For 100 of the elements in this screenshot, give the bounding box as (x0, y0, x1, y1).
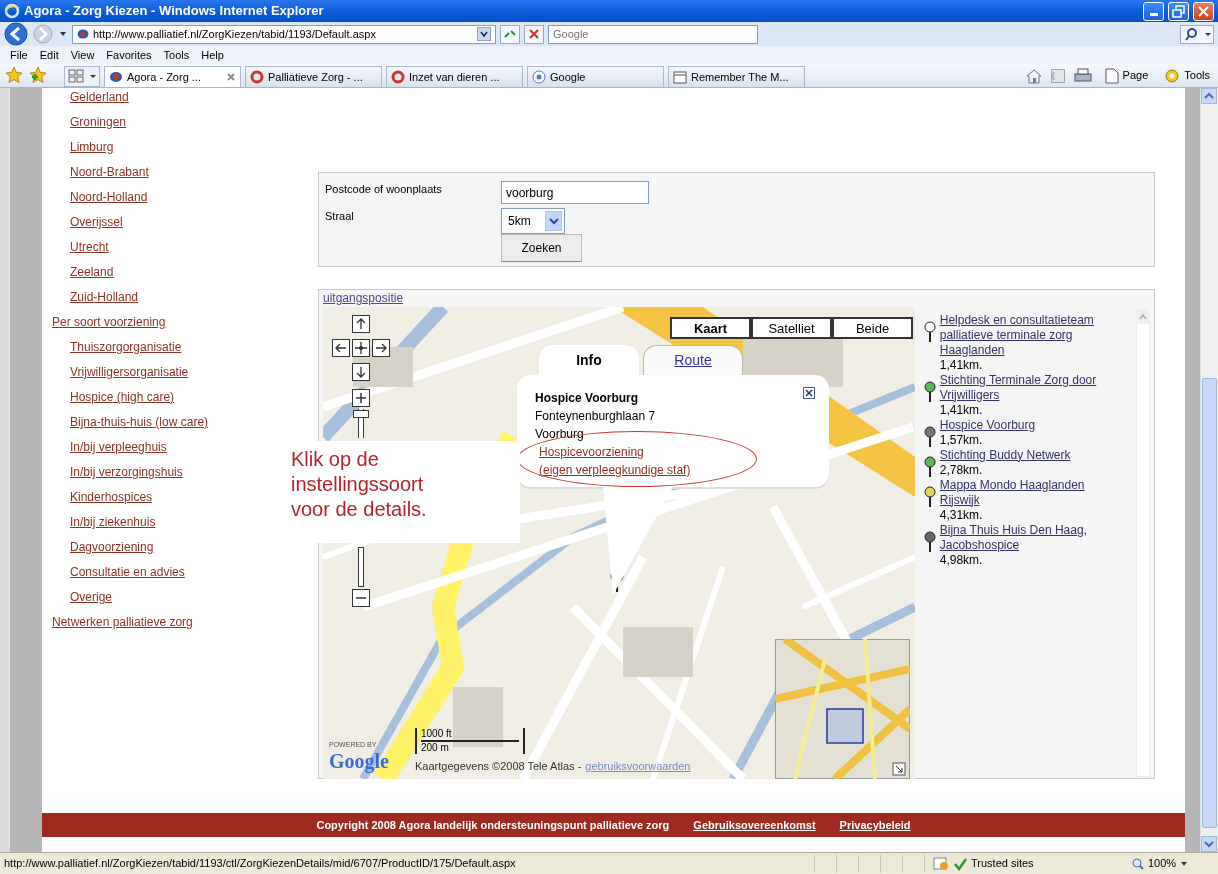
result-link[interactable]: Stichting Buddy Netwerk (939, 447, 1071, 463)
browser-tab[interactable]: Inzet van dieren ... (386, 66, 523, 87)
sidebar-link[interactable]: Limburg (52, 135, 114, 160)
menu-item[interactable]: File (4, 46, 34, 64)
sidebar-link[interactable]: Noord-Brabant (52, 160, 149, 185)
window-title: Agora - Zorg Kiezen - Windows Internet Explorer (24, 2, 325, 21)
facility-type-link[interactable]: (eigen verpleegkundige staf) (535, 460, 811, 479)
footer-link[interactable]: Privacybeleid (839, 816, 911, 834)
result-link[interactable]: Stichting Terminale Zorg door Vrijwilligers (939, 372, 1122, 403)
sidebar-link[interactable]: Thuiszorgorganisatie (52, 335, 182, 360)
result-link[interactable]: Mappa Mondo Haaglanden Rijswijk (939, 477, 1122, 508)
place-name: Hospice Voorburg (535, 389, 639, 407)
menu-item[interactable]: Tools (157, 46, 196, 64)
tools-menu-button[interactable]: Tools (1160, 67, 1214, 84)
footer-link[interactable]: Gebruiksovereenkomst (693, 816, 816, 834)
attribution-text: Kaartgegevens ©2008 Tele Atlas - (415, 759, 582, 774)
tab-site-icon (109, 70, 123, 84)
address-field[interactable]: http://www.palliatief.nl/ZorgKiezen/tabid/1193/Default.aspx (72, 24, 496, 44)
site-icon (77, 29, 89, 39)
map-pin-icon (923, 380, 936, 403)
back-button[interactable] (4, 22, 28, 46)
map-pin-icon (923, 455, 936, 478)
refresh-button[interactable] (500, 24, 520, 44)
result-link[interactable]: Helpdesk en consultatieteam palliatieve terminale zorg Haaglanden (939, 312, 1122, 358)
postcode-field[interactable]: voorburg (501, 181, 649, 204)
note-text: voor de details. (291, 496, 428, 522)
map-type-button[interactable]: Beide (832, 316, 913, 339)
sidebar-link[interactable]: In/bij verzorgingshuis (52, 460, 183, 485)
zoom-level-button[interactable]: 100% (1124, 855, 1214, 872)
sidebar-link[interactable]: Kinderhospices (52, 485, 153, 510)
sidebar-link[interactable]: Consultatie en advies (52, 560, 185, 585)
sidebar-link[interactable]: Groningen (52, 110, 127, 135)
maximize-button[interactable] (1168, 1, 1189, 21)
map-type-button[interactable]: Kaart (670, 316, 751, 339)
scroll-down-icon[interactable] (1201, 836, 1217, 852)
home-icon[interactable] (1024, 67, 1043, 84)
pan-down-button[interactable] (352, 362, 370, 381)
sidebar-link[interactable]: Per soort voorziening (52, 310, 166, 335)
scroll-up-icon[interactable] (1201, 88, 1217, 104)
tab-site-icon (391, 70, 405, 84)
sidebar-link[interactable]: Zuid-Holland (52, 285, 139, 310)
menu-item[interactable]: Favorites (100, 46, 158, 64)
page-scrollbar[interactable] (1200, 88, 1218, 852)
favorites-star-icon[interactable] (4, 65, 24, 85)
stop-button[interactable] (524, 24, 544, 44)
facility-type-link[interactable]: Hospicevoorziening (535, 442, 811, 461)
security-zone: Trusted sites (971, 856, 1034, 872)
sidebar-link[interactable]: Netwerken palliatieve zorg (52, 610, 193, 635)
result-link[interactable]: Hospice Voorburg (939, 417, 1036, 433)
printer-icon[interactable] (1072, 67, 1093, 84)
menu-item[interactable]: Help (195, 46, 230, 64)
field-label: Straal (325, 209, 355, 224)
pan-right-button[interactable] (372, 338, 390, 357)
center-map-button[interactable] (352, 338, 370, 357)
sidebar-link[interactable]: Dagvoorziening (52, 535, 154, 560)
zoom-out-button[interactable] (352, 588, 370, 607)
browser-tab[interactable]: Agora - Zorg ... (104, 66, 241, 87)
sidebar-link[interactable]: In/bij verpleeghuis (52, 435, 167, 460)
radius-dropdown[interactable]: 5km (501, 208, 565, 234)
dropdown-icon[interactable] (477, 27, 491, 41)
minimize-button[interactable] (1143, 1, 1164, 21)
map-type-button[interactable]: Satelliet (751, 316, 832, 339)
sidebar-link[interactable]: Hospice (high care) (52, 385, 175, 410)
search-button[interactable] (1180, 24, 1214, 44)
zoom-slider-track (358, 546, 364, 587)
sidebar-link[interactable]: Overige (52, 585, 113, 610)
info-tab[interactable]: Info (539, 344, 639, 375)
pan-left-button[interactable] (332, 338, 350, 357)
browser-tab[interactable]: Palliatieve Zorg - ... (245, 66, 382, 87)
sidebar-link[interactable]: Bijna-thuis-huis (low care) (52, 410, 209, 435)
quick-tabs-button[interactable] (64, 66, 100, 87)
close-button[interactable] (1193, 1, 1214, 21)
sidebar-link[interactable]: Vrijwilligersorganisatie (52, 360, 189, 385)
search-field[interactable]: Google (548, 24, 758, 44)
sidebar-link[interactable]: Zeeland (52, 260, 114, 285)
browser-tab[interactable]: Remember The M... (668, 66, 805, 87)
menu-item[interactable]: View (64, 46, 101, 64)
zoom-in-button[interactable] (352, 388, 370, 407)
sidebar-link[interactable]: Gelderland (52, 85, 129, 110)
add-favorite-icon[interactable] (28, 65, 48, 85)
pan-up-button[interactable] (352, 314, 370, 333)
browser-tab[interactable]: Google (527, 66, 664, 87)
gear-icon (1164, 67, 1181, 84)
close-icon[interactable] (803, 386, 815, 399)
note-text: instellingssoort (291, 471, 425, 497)
result-link[interactable]: Bijna Thuis Huis Den Haag, Jacobshospice (939, 522, 1122, 553)
menu-item[interactable]: Edit (33, 46, 65, 64)
page-menu-button[interactable]: Page (1100, 67, 1153, 84)
info-tab[interactable]: Route (643, 344, 743, 375)
sidebar-link[interactable]: Overijssel (52, 210, 123, 235)
sidebar-link[interactable]: Utrecht (52, 235, 109, 260)
zoom-slider-thumb[interactable] (353, 409, 369, 418)
distance-text: 1,41km. (939, 357, 984, 373)
reset-view-link[interactable]: uitgangspositie (323, 291, 404, 306)
sidebar-link[interactable]: Noord-Holland (52, 185, 148, 210)
minimize-icon (1149, 12, 1158, 16)
close-tab-icon[interactable] (226, 72, 236, 82)
sidebar-link[interactable]: In/bij ziekenhuis (52, 510, 156, 535)
list-scrollbar[interactable] (1136, 308, 1150, 777)
search-button[interactable]: Zoeken (501, 234, 582, 262)
